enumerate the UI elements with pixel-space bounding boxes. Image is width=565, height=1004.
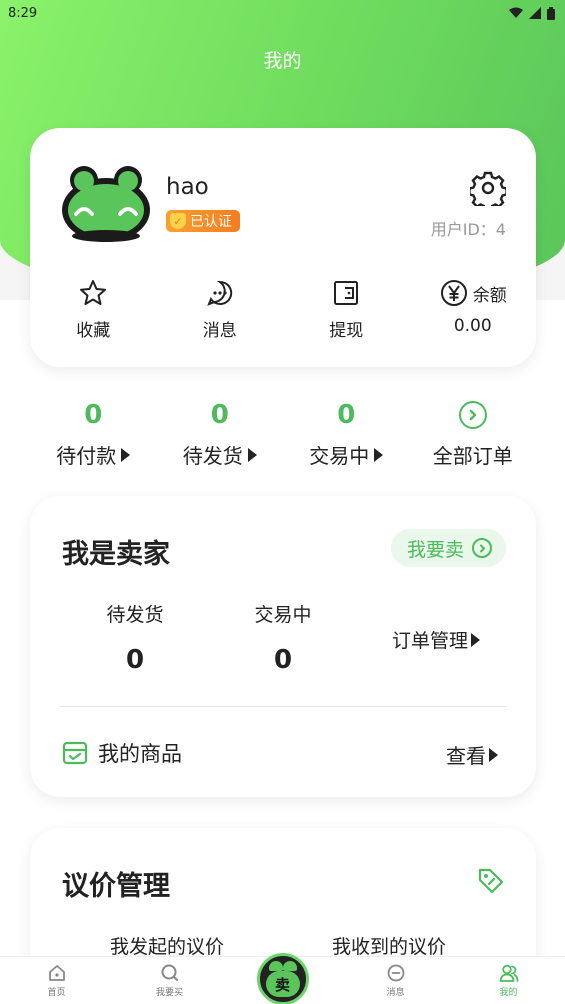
pending-payment-label: 待付款 (56, 444, 117, 468)
tab-home[interactable]: 首页 (0, 957, 113, 1004)
goods-box-icon (62, 741, 88, 765)
balance-button[interactable]: 余额 0.00 (410, 278, 537, 341)
user-icon (499, 964, 518, 982)
sell-fab[interactable]: 卖 (256, 953, 309, 1004)
favorites-label: 收藏 (76, 321, 111, 341)
tab-buy-label: 我要买 (155, 988, 183, 998)
withdraw-label: 提现 (329, 321, 364, 341)
pending-shipment-count: 0 (210, 400, 229, 430)
search-icon (161, 964, 178, 981)
circle-arrow-right-icon (458, 401, 487, 429)
balance-label: 余额 (472, 285, 507, 306)
triangle-right-icon (121, 447, 131, 462)
view-goods-link[interactable]: 查看 (446, 740, 498, 769)
favorites-button[interactable]: 收藏 (30, 278, 157, 341)
price-tag-icon[interactable] (476, 866, 506, 896)
withdraw-button[interactable]: 提现 (283, 278, 410, 341)
profile-card: hao ✓ 已认证 用户ID：4 收藏 消息 提现 余额 0.00 (30, 128, 536, 367)
pending-shipment-label: 待发货 (182, 444, 243, 468)
user-id: 用户ID：4 (430, 220, 506, 239)
in-trade-count: 0 (337, 400, 356, 430)
avatar[interactable] (60, 164, 152, 242)
quick-actions: 收藏 消息 提现 余额 0.00 (30, 278, 536, 341)
tab-buy[interactable]: 我要买 (113, 957, 226, 1004)
seller-in-trade[interactable]: 交易中 0 (208, 600, 358, 675)
sell-button[interactable]: 我要卖 (390, 529, 506, 567)
pending-shipment-label-wrap: 待发货 (183, 440, 257, 469)
home-icon (48, 965, 65, 981)
sell-button-label: 我要卖 (406, 538, 464, 561)
triangle-right-icon (247, 447, 257, 462)
my-goods-row[interactable]: 我的商品 (62, 738, 182, 768)
wifi-icon (509, 7, 523, 18)
all-orders-label: 全部订单 (432, 444, 513, 468)
yen-icon (440, 280, 467, 306)
pending-payment[interactable]: 0 待付款 (30, 398, 157, 469)
all-orders[interactable]: 全部订单 (410, 398, 537, 469)
message-icon (387, 964, 404, 982)
chat-icon (206, 280, 232, 306)
frog-eye-right (282, 961, 297, 971)
status-time: 8:29 (8, 5, 38, 21)
all-orders-icon-wrap (458, 398, 487, 432)
gear-icon[interactable] (470, 170, 506, 206)
divider (60, 706, 506, 707)
wallet-icon (334, 281, 359, 305)
sell-icon-label: 卖 (265, 971, 300, 997)
tab-profile-label: 我的 (499, 988, 518, 998)
page-title: 我的 (263, 50, 302, 72)
messages-label: 消息 (202, 321, 237, 341)
triangle-right-icon (471, 632, 480, 647)
negotiation-title: 议价管理 (62, 871, 170, 902)
balance-value: 0.00 (453, 316, 492, 336)
seller-in-trade-value: 0 (273, 645, 293, 675)
status-bar: 8:29 (0, 0, 565, 26)
seller-title: 我是卖家 (62, 539, 170, 570)
tab-messages-label: 消息 (386, 988, 405, 998)
received-negotiations-tab[interactable]: 我收到的议价 (332, 932, 446, 959)
tab-home-label: 首页 (47, 988, 66, 998)
seller-pending-shipment[interactable]: 待发货 0 (60, 600, 210, 675)
seller-card: 我是卖家 我要卖 待发货 0 交易中 0 订单管理 我的商品 查看 (30, 496, 536, 797)
pending-payment-label-wrap: 待付款 (56, 440, 131, 469)
username: hao (166, 174, 209, 200)
order-status-row: 0 待付款 0 待发货 0 交易中 全部订单 (30, 398, 536, 469)
check-shield-icon: ✓ (170, 213, 186, 229)
order-management-link[interactable]: 订单管理 (392, 626, 480, 653)
tab-profile[interactable]: 我的 (452, 957, 565, 1004)
seller-pending-shipment-value: 0 (125, 645, 145, 675)
tab-sell[interactable]: 卖 (226, 953, 339, 1004)
verified-badge: ✓ 已认证 (166, 210, 240, 232)
pending-payment-count: 0 (84, 400, 103, 430)
verified-label: 已认证 (190, 214, 232, 230)
status-icons (509, 6, 555, 20)
initiated-negotiations-tab[interactable]: 我发起的议价 (110, 932, 224, 959)
messages-button[interactable]: 消息 (157, 278, 284, 341)
in-trade-label: 交易中 (309, 444, 370, 468)
circle-arrow-right-icon (472, 538, 492, 558)
frog-eye-left (268, 961, 283, 971)
my-goods-label: 我的商品 (98, 742, 182, 766)
tab-messages[interactable]: 消息 (339, 957, 452, 1004)
view-label: 查看 (446, 744, 486, 768)
battery-icon (547, 6, 555, 20)
in-trade-label-wrap: 交易中 (309, 440, 384, 469)
bottom-tab-bar: 首页 我要买 卖 消息 我的 (0, 953, 565, 1004)
signal-icon (529, 7, 541, 19)
triangle-right-icon (374, 447, 384, 462)
balance-head: 余额 (439, 278, 507, 308)
pending-shipment[interactable]: 0 待发货 (157, 398, 284, 469)
seller-in-trade-label: 交易中 (254, 604, 312, 626)
triangle-right-icon (489, 747, 498, 762)
seller-pending-shipment-label: 待发货 (106, 604, 164, 626)
order-management-label: 订单管理 (391, 630, 468, 652)
star-icon (80, 280, 107, 305)
in-trade[interactable]: 0 交易中 (283, 398, 410, 469)
